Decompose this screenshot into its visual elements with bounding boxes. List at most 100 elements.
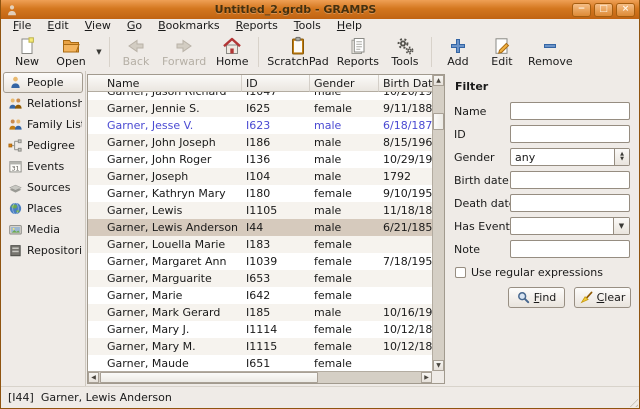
filter-has-event-combo[interactable]: ▼ <box>510 217 630 235</box>
cell-gender: male <box>310 153 379 166</box>
filter-death-date-input[interactable] <box>510 194 630 212</box>
sidebar-item-relationships[interactable]: Relationships <box>3 93 83 114</box>
cell-id: I1047 <box>242 92 310 98</box>
table-row[interactable]: Garner, Mark GerardI185male10/16/1962 <box>88 304 432 321</box>
sidebar-item-places[interactable]: Places <box>3 198 83 219</box>
reports-icon <box>348 36 368 56</box>
spinner-arrows-icon[interactable]: ▲▼ <box>614 149 629 165</box>
toolbar-back-button[interactable]: Back <box>114 34 158 70</box>
filter-id-input[interactable] <box>510 125 630 143</box>
toolbar-separator <box>431 37 432 67</box>
repositories-icon <box>8 243 23 258</box>
cell-name: Garner, Maude <box>88 357 242 370</box>
open-dropdown-arrow-icon[interactable]: ▼ <box>93 34 105 70</box>
regex-checkbox-row[interactable]: Use regular expressions <box>455 266 630 279</box>
toolbar-open-button[interactable]: Open <box>49 34 93 70</box>
sidebar-item-events[interactable]: 31Events <box>3 156 83 177</box>
column-header-gender[interactable]: Gender <box>310 75 379 92</box>
filter-label-id: ID <box>454 128 510 141</box>
menu-go[interactable]: Go <box>119 19 150 33</box>
close-button[interactable]: × <box>616 3 635 17</box>
column-header-id[interactable]: ID <box>242 75 310 92</box>
toolbar-add-button[interactable]: Add <box>436 34 480 70</box>
table-row[interactable]: Garner, Jennie S.I625female9/11/1880 <box>88 100 432 117</box>
column-header-birth-date[interactable]: Birth Date <box>379 75 432 92</box>
vertical-scrollbar[interactable]: ▲ ▼ <box>432 75 444 371</box>
regex-checkbox[interactable] <box>455 267 466 278</box>
sidebar-item-sources[interactable]: Sources <box>3 177 83 198</box>
table-row[interactable]: Garner, John RogerI136male10/29/1925 <box>88 151 432 168</box>
filter-note-input[interactable] <box>510 240 630 258</box>
table-row[interactable]: Garner, MarieI642female <box>88 287 432 304</box>
toolbar-tools-button[interactable]: Tools <box>383 34 427 70</box>
toolbar-new-button[interactable]: New <box>5 34 49 70</box>
table-row[interactable]: Garner, Mary J.I1114female10/12/1851 <box>88 321 432 338</box>
cell-name: Garner, Margaret Ann <box>88 255 242 268</box>
table-row[interactable]: Garner, Margaret AnnI1039female7/18/1951 <box>88 253 432 270</box>
clear-button[interactable]: Clear <box>574 287 631 308</box>
table-row[interactable]: Garner, JosephI104male1792 <box>88 168 432 185</box>
cell-birth-date: 10/20/1975 <box>379 92 432 98</box>
find-button[interactable]: Find <box>508 287 565 308</box>
cell-name: Garner, Jennie S. <box>88 102 242 115</box>
scroll-left-arrow-icon[interactable]: ◀ <box>88 372 99 383</box>
vertical-scrollbar-thumb[interactable] <box>433 113 444 130</box>
table-row[interactable]: Garner, John JosephI186male8/15/1961 <box>88 134 432 151</box>
menu-tools[interactable]: Tools <box>286 19 329 33</box>
regex-checkbox-label: Use regular expressions <box>471 266 603 279</box>
horizontal-scrollbar-thumb[interactable] <box>100 372 318 383</box>
column-header-name[interactable]: Name <box>88 75 242 92</box>
toolbar-forward-button[interactable]: Forward <box>158 34 210 70</box>
remove-icon <box>540 36 560 56</box>
table-row[interactable]: Garner, Louella MarieI183female <box>88 236 432 253</box>
svg-text:31: 31 <box>12 165 20 172</box>
chevron-down-icon[interactable]: ▼ <box>613 218 629 234</box>
table-row[interactable]: Garner, MaudeI651female <box>88 355 432 371</box>
cell-gender: female <box>310 272 379 285</box>
menu-help[interactable]: Help <box>329 19 370 33</box>
sidebar-item-family-list[interactable]: Family List <box>3 114 83 135</box>
minimize-button[interactable]: − <box>572 3 591 17</box>
table-row[interactable]: Garner, Jason RichardI1047male10/20/1975 <box>88 92 432 100</box>
sidebar-item-label: Relationships <box>27 97 83 110</box>
cell-gender: male <box>310 170 379 183</box>
window-title: Untitled_2.grdb - GRAMPS <box>19 3 572 16</box>
table-row[interactable]: Garner, MarguariteI653female <box>88 270 432 287</box>
sidebar-item-media[interactable]: Media <box>3 219 83 240</box>
filter-name-input[interactable] <box>510 102 630 120</box>
filter-birth-date-input[interactable] <box>510 171 630 189</box>
table-row[interactable]: Garner, Mary M.I1115female10/12/1851 <box>88 338 432 355</box>
toolbar-scratchpad-button[interactable]: ScratchPad <box>263 34 333 70</box>
cell-id: I44 <box>242 221 310 234</box>
cell-gender: male <box>310 221 379 234</box>
table-row[interactable]: Garner, Lewis AndersonI44male6/21/1855 <box>88 219 432 236</box>
menu-edit[interactable]: Edit <box>39 19 76 33</box>
cell-gender: male <box>310 306 379 319</box>
toolbar-remove-button[interactable]: Remove <box>524 34 577 70</box>
maximize-button[interactable]: □ <box>594 3 613 17</box>
table-row[interactable]: Garner, Kathryn MaryI180female9/10/1952 <box>88 185 432 202</box>
sidebar-item-people[interactable]: People <box>3 72 83 93</box>
table-row[interactable]: Garner, LewisI1105male11/18/1823 <box>88 202 432 219</box>
horizontal-scrollbar[interactable]: ◀ ▶ <box>88 371 432 383</box>
resize-grip[interactable] <box>626 395 638 407</box>
sources-icon <box>8 180 23 195</box>
scroll-right-arrow-icon[interactable]: ▶ <box>421 372 432 383</box>
filter-gender-select[interactable]: any▲▼ <box>510 148 630 166</box>
toolbar-home-button[interactable]: Home <box>210 34 254 70</box>
sidebar-item-repositories[interactable]: Repositories <box>3 240 83 261</box>
scroll-down-arrow-icon[interactable]: ▼ <box>433 360 444 371</box>
menu-bookmarks[interactable]: Bookmarks <box>150 19 227 33</box>
menu-view[interactable]: View <box>77 19 119 33</box>
menu-file[interactable]: File <box>5 19 39 33</box>
toolbar-edit-button[interactable]: Edit <box>480 34 524 70</box>
cell-name: Garner, Mary M. <box>88 340 242 353</box>
cell-gender: female <box>310 340 379 353</box>
menu-reports[interactable]: Reports <box>228 19 286 33</box>
sidebar-item-label: Sources <box>27 181 71 194</box>
scroll-up-arrow-icon[interactable]: ▲ <box>433 75 444 86</box>
toolbar-reports-button[interactable]: Reports <box>333 34 383 70</box>
table-row[interactable]: Garner, Jesse V.I623male6/18/1876 <box>88 117 432 134</box>
cell-gender: female <box>310 289 379 302</box>
sidebar-item-pedigree[interactable]: Pedigree <box>3 135 83 156</box>
